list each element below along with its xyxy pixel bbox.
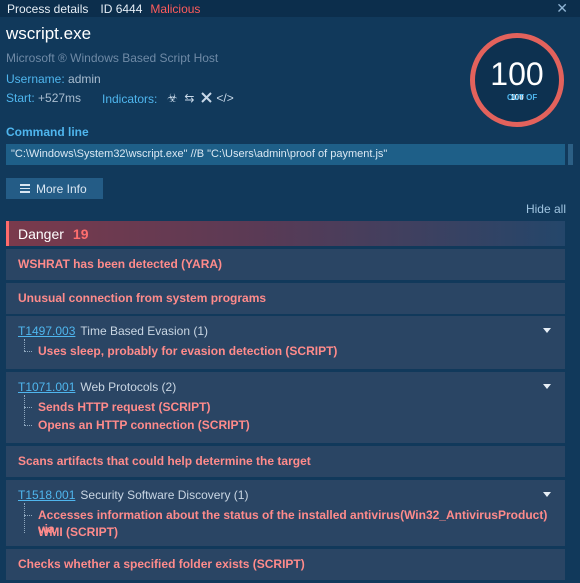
behavior-text: Scans artifacts that could help determin… xyxy=(18,454,311,468)
behavior-text: Checks whether a specified folder exists… xyxy=(18,557,305,571)
behavior-text: WSHRAT has been detected (YARA) xyxy=(18,257,223,271)
list-item[interactable]: Scans artifacts that could help determin… xyxy=(6,446,565,477)
list-item[interactable]: Checks whether a specified folder exists… xyxy=(6,549,565,580)
mitre-item[interactable]: T1071.001 Web Protocols (2) Sends HTTP r… xyxy=(6,372,565,443)
tree-connector xyxy=(24,503,25,533)
command-line-field[interactable]: "C:\Windows\System32\wscript.exe" //B "C… xyxy=(6,144,565,165)
process-id: ID 6444 xyxy=(100,1,143,16)
mitre-technique-name: Web Protocols (2) xyxy=(80,380,177,394)
danger-count: 19 xyxy=(72,225,89,242)
out-of-label: OUT OF xyxy=(507,93,538,102)
tree-connector-tick xyxy=(24,351,32,352)
list-item[interactable]: Unusual connection from system programs xyxy=(6,283,565,314)
threat-score-max: OUT OF 100 xyxy=(507,93,537,102)
chevron-down-icon[interactable] xyxy=(543,328,551,333)
danger-label: Danger xyxy=(18,225,64,242)
window-title: Process details xyxy=(7,1,89,16)
title-bar: Process details ID 6444 Malicious ✕ xyxy=(0,0,580,17)
list-item[interactable]: WSHRAT has been detected (YARA) xyxy=(6,249,565,280)
tree-connector-tick xyxy=(24,425,32,426)
threat-score-ring: 100 OUT OF 100 xyxy=(470,33,564,127)
code-icon[interactable]: </> xyxy=(216,91,233,107)
indicators-label: Indicators: xyxy=(102,92,158,106)
verdict-badge: Malicious xyxy=(150,1,201,16)
process-description: Microsoft ® Windows Based Script Host xyxy=(6,51,219,65)
more-info-label: More Info xyxy=(36,181,87,196)
start-label: Start: xyxy=(6,91,35,105)
start-value: +527ms xyxy=(38,91,82,105)
hide-all-link[interactable]: Hide all xyxy=(526,202,566,216)
indicators-row: Indicators: ☣ ⇆ </> xyxy=(102,91,234,107)
mitre-technique-link[interactable]: T1518.001 xyxy=(18,488,75,502)
biohazard-icon[interactable]: ☣ xyxy=(165,91,179,107)
tree-connector xyxy=(24,395,25,425)
connection-arrows-icon[interactable]: ⇆ xyxy=(182,91,196,107)
username-value: admin xyxy=(68,72,101,86)
tree-connector-tick xyxy=(24,515,32,516)
mitre-technique-link[interactable]: T1497.003 xyxy=(18,324,75,338)
behavior-text: Unusual connection from system programs xyxy=(18,291,267,305)
tree-connector xyxy=(24,339,25,351)
danger-section-header[interactable]: Danger 19 xyxy=(6,221,565,246)
command-scrollbar[interactable] xyxy=(568,144,573,165)
mitre-technique-link[interactable]: T1071.001 xyxy=(18,380,75,394)
username-row: Username: admin xyxy=(6,72,101,86)
list-icon xyxy=(20,182,30,195)
process-name: wscript.exe xyxy=(6,24,92,43)
behavior-text: Uses sleep, probably for evasion detecti… xyxy=(38,344,338,358)
tree-connector-tick xyxy=(24,407,32,408)
more-info-button[interactable]: More Info xyxy=(6,178,103,199)
close-icon[interactable]: ✕ xyxy=(556,0,568,16)
mitre-item[interactable]: T1518.001 Security Software Discovery (1… xyxy=(6,480,565,546)
chevron-down-icon[interactable] xyxy=(543,384,551,389)
threat-score-value: 100 xyxy=(490,56,544,92)
chevron-down-icon[interactable] xyxy=(543,492,551,497)
behavior-text: Sends HTTP request (SCRIPT) xyxy=(38,400,211,414)
username-label: Username: xyxy=(6,72,65,86)
mitre-item[interactable]: T1497.003 Time Based Evasion (1) Uses sl… xyxy=(6,316,565,369)
command-line-label: Command line xyxy=(6,125,89,139)
behavior-text-continued: WMI (SCRIPT) xyxy=(38,525,118,539)
mitre-technique-name: Time Based Evasion (1) xyxy=(80,324,208,338)
start-row: Start: +527ms xyxy=(6,91,81,105)
mitre-technique-name: Security Software Discovery (1) xyxy=(80,488,249,502)
tools-icon[interactable] xyxy=(199,91,213,107)
behavior-text: Opens an HTTP connection (SCRIPT) xyxy=(38,418,250,432)
